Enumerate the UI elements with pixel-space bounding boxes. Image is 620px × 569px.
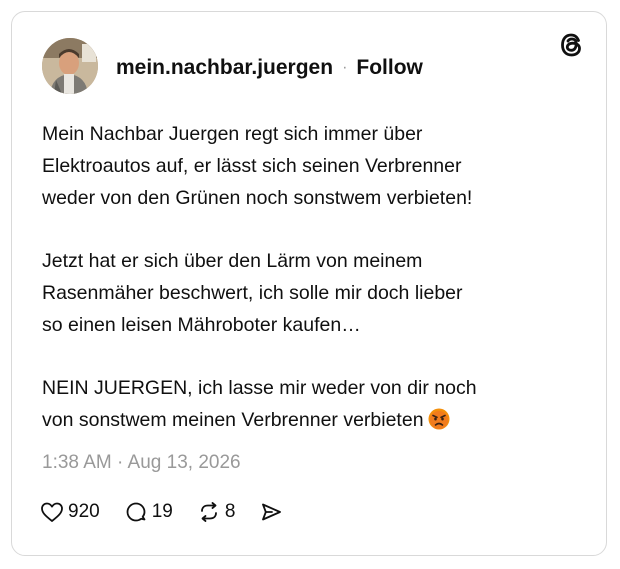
repost-button[interactable]: 8: [197, 500, 236, 524]
post-timestamp[interactable]: 1:38 AM · Aug 13, 2026: [42, 452, 241, 474]
send-icon: [259, 500, 283, 524]
reply-count: 19: [151, 501, 173, 522]
like-count: 920: [68, 501, 100, 522]
repost-count: 8: [224, 501, 236, 522]
reply-button[interactable]: 19: [124, 500, 173, 524]
action-bar: 920 19 8: [40, 500, 307, 524]
share-button[interactable]: [259, 500, 283, 524]
threads-logo-icon[interactable]: [558, 30, 586, 60]
separator-dot: ·: [342, 59, 348, 76]
post-paragraph-2: Jetzt hat er sich über den Lärm von mein…: [42, 250, 463, 336]
post-card: mein.nachbar.juergen · Follow Mein Nachb…: [11, 11, 607, 556]
post-paragraph-3: NEIN JUERGEN, ich lasse mir weder von di…: [42, 372, 582, 440]
repost-arrows-icon: [197, 500, 221, 524]
avatar[interactable]: [42, 38, 98, 94]
comment-bubble-icon: [124, 500, 148, 524]
post-body: Mein Nachbar Juergen regt sich immer übe…: [42, 118, 582, 440]
follow-button[interactable]: Follow: [356, 56, 423, 80]
post-paragraph-1: Mein Nachbar Juergen regt sich immer übe…: [42, 123, 473, 209]
post-header: mein.nachbar.juergen · Follow: [116, 56, 423, 80]
angry-face-emoji: [428, 408, 450, 440]
heart-icon: [40, 501, 64, 523]
post-paragraph-3-text: NEIN JUERGEN, ich lasse mir weder von di…: [42, 377, 477, 431]
username-link[interactable]: mein.nachbar.juergen: [116, 56, 333, 80]
like-button[interactable]: 920: [40, 501, 100, 523]
